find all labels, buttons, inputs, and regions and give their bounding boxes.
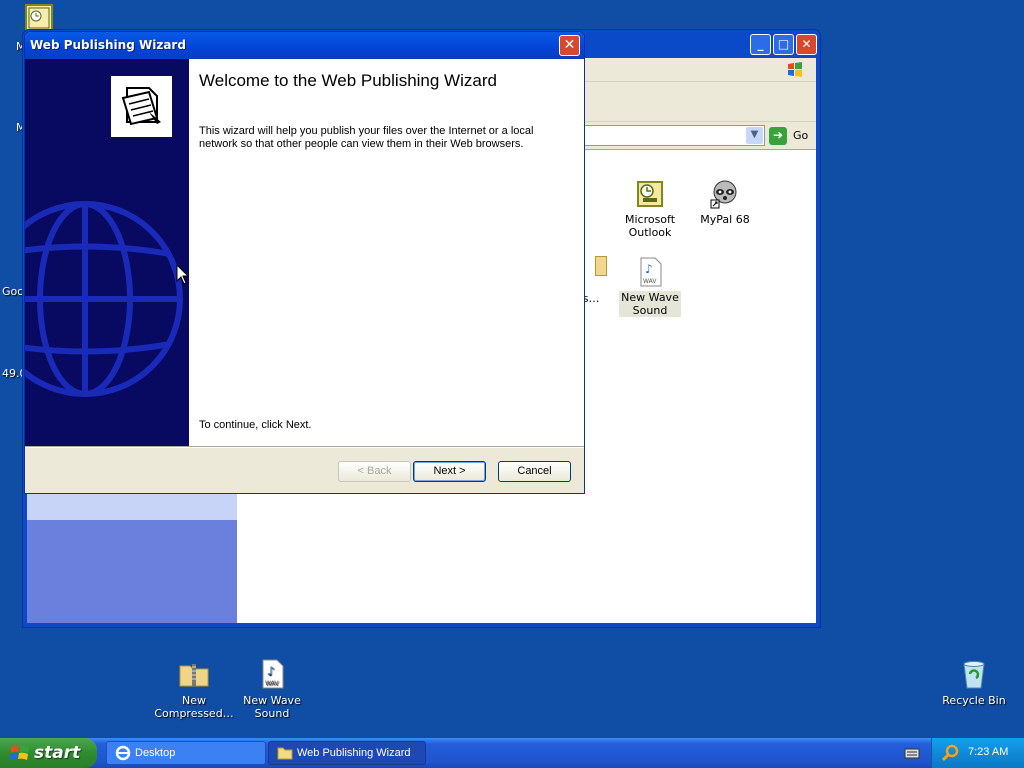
zip-folder-icon xyxy=(178,658,210,690)
file-label: Outlook xyxy=(628,226,672,239)
wizard-side-banner xyxy=(25,59,189,446)
taskbar-item-label: Desktop xyxy=(135,747,176,759)
desktop-icon-recycle-bin[interactable]: Recycle Bin xyxy=(932,658,1016,707)
start-button[interactable]: start xyxy=(0,738,97,768)
system-tray: 7:23 AM xyxy=(931,738,1024,768)
icon-label: Recycle Bin xyxy=(942,694,1006,707)
svg-text:WAV: WAV xyxy=(265,680,279,687)
taskbar-item-label: Web Publishing Wizard xyxy=(297,747,411,759)
wizard-description: This wizard will help you publish your f… xyxy=(199,125,534,150)
file-label: New Wave xyxy=(621,291,679,304)
chevron-down-icon[interactable]: ▼ xyxy=(746,127,763,144)
wizard-title: Web Publishing Wizard xyxy=(30,38,186,52)
desktop-icon-wave[interactable]: ♪ WAV New Wave Sound xyxy=(230,658,314,720)
taskbar: start Desktop Web Publishing Wizard 7:23… xyxy=(0,738,1024,768)
wav-file-icon: ♪ WAV xyxy=(256,658,288,690)
divider xyxy=(25,446,584,448)
go-button[interactable]: ➔ Go xyxy=(769,126,819,146)
file-item-outlook[interactable]: Microsoft Outlook xyxy=(615,178,685,239)
minimize-button[interactable]: _ xyxy=(750,34,771,55)
wizard-heading: Welcome to the Web Publishing Wizard xyxy=(199,71,497,90)
wizard-close-button[interactable]: ✕ xyxy=(559,35,580,56)
file-label: Microsoft xyxy=(624,213,676,226)
desktop-icon-compressed[interactable]: New Compressed… xyxy=(152,658,236,720)
clock: 7:23 AM xyxy=(968,746,1009,758)
file-item-wave[interactable]: ♪ WAV New Wave Sound xyxy=(615,256,685,317)
ie-icon xyxy=(115,745,131,761)
svg-text:WAV: WAV xyxy=(643,278,657,285)
file-label: Sound xyxy=(632,304,668,317)
maximize-button[interactable]: □ xyxy=(773,34,794,55)
windows-flag-icon xyxy=(788,62,802,77)
icon-label: Sound xyxy=(254,707,290,720)
start-label: start xyxy=(34,743,81,763)
close-button[interactable]: ✕ xyxy=(796,34,817,55)
keyboard-icon[interactable] xyxy=(904,746,920,760)
svg-text:♪: ♪ xyxy=(645,262,653,276)
desktop-outlook-icon[interactable] xyxy=(25,4,53,32)
file-item-mypal[interactable]: MyPal 68 xyxy=(690,178,760,226)
cancel-button[interactable]: Cancel xyxy=(498,461,571,482)
mouse-cursor-icon xyxy=(176,264,190,285)
windows-flag-icon xyxy=(10,745,29,760)
wizard-titlebar[interactable]: Web Publishing Wizard ✕ xyxy=(25,32,584,59)
wav-file-icon: ♪ WAV xyxy=(634,256,666,288)
desktop-label-clipped: Goo xyxy=(2,285,24,298)
search-icon[interactable] xyxy=(942,744,960,762)
recycle-bin-icon xyxy=(958,658,990,690)
svg-text:♪: ♪ xyxy=(267,664,275,678)
web-publishing-wizard-dialog: Web Publishing Wizard ✕ Welcome to the W… xyxy=(24,31,585,494)
icon-label: New Wave xyxy=(243,694,301,707)
go-label: Go xyxy=(793,129,809,142)
folder-icon xyxy=(277,747,293,760)
clock-icon xyxy=(28,7,50,29)
wizard-continue-text: To continue, click Next. xyxy=(199,419,312,431)
icon-label: New xyxy=(182,694,206,707)
go-arrow-icon: ➔ xyxy=(769,127,787,145)
raccoon-icon xyxy=(709,178,741,210)
next-button[interactable]: Next > xyxy=(413,461,486,482)
outlook-icon xyxy=(634,178,666,210)
file-label: MyPal 68 xyxy=(700,213,750,226)
wizard-publish-icon xyxy=(111,76,172,137)
wizard-body: Welcome to the Web Publishing Wizard Thi… xyxy=(25,59,584,446)
taskbar-item-wizard[interactable]: Web Publishing Wizard xyxy=(268,741,426,765)
icon-label: Compressed… xyxy=(154,707,234,720)
taskbar-item-desktop[interactable]: Desktop xyxy=(106,741,266,765)
back-button[interactable]: < Back xyxy=(338,461,411,482)
